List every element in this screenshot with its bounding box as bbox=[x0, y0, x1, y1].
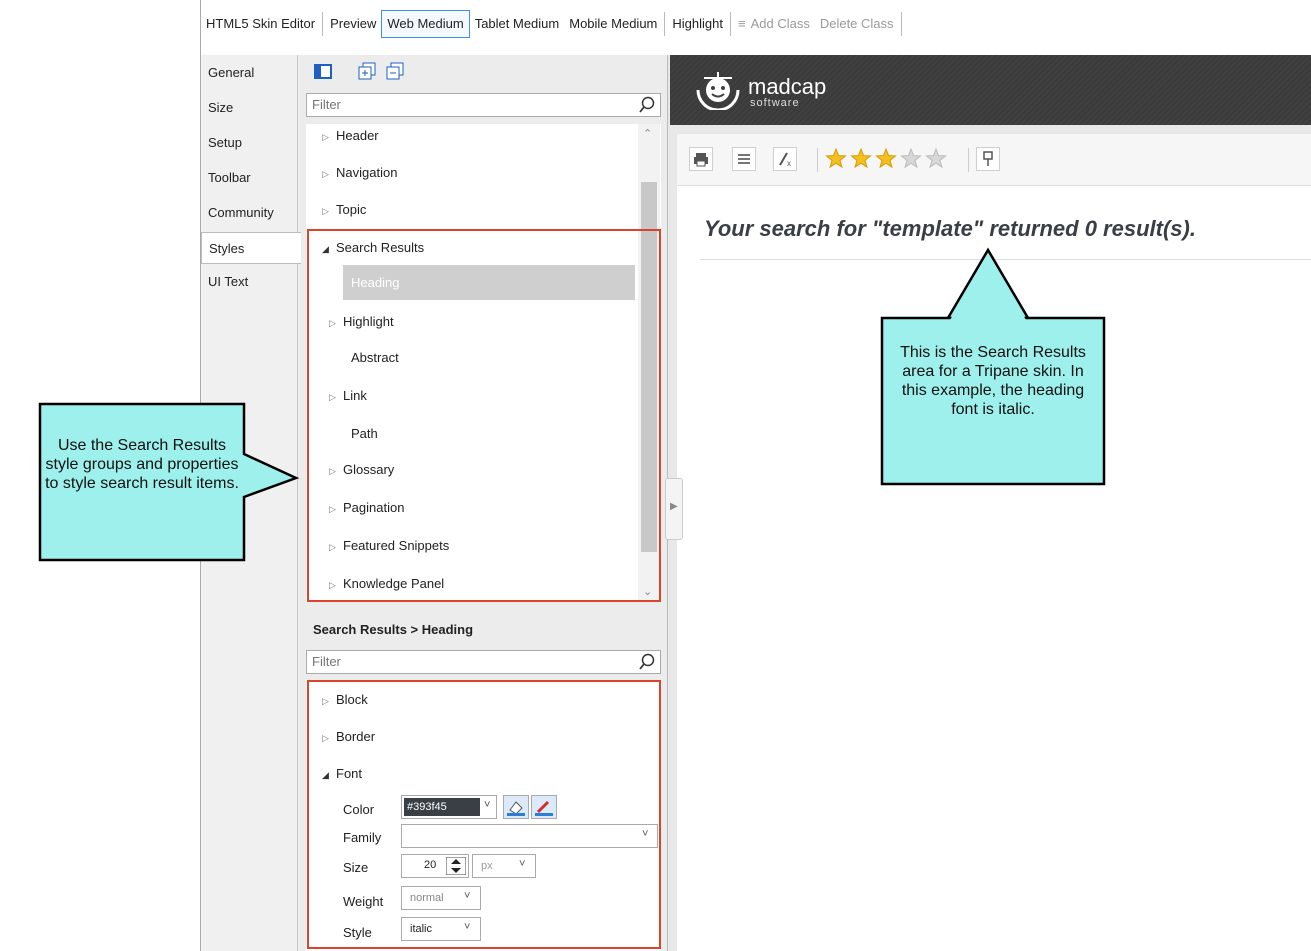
right-callout-text: This is the Search Results area for a Tr… bbox=[900, 344, 1086, 418]
tab-styles[interactable]: Styles bbox=[201, 232, 301, 264]
left-callout-text: Use the Search Results style groups and … bbox=[45, 437, 239, 492]
